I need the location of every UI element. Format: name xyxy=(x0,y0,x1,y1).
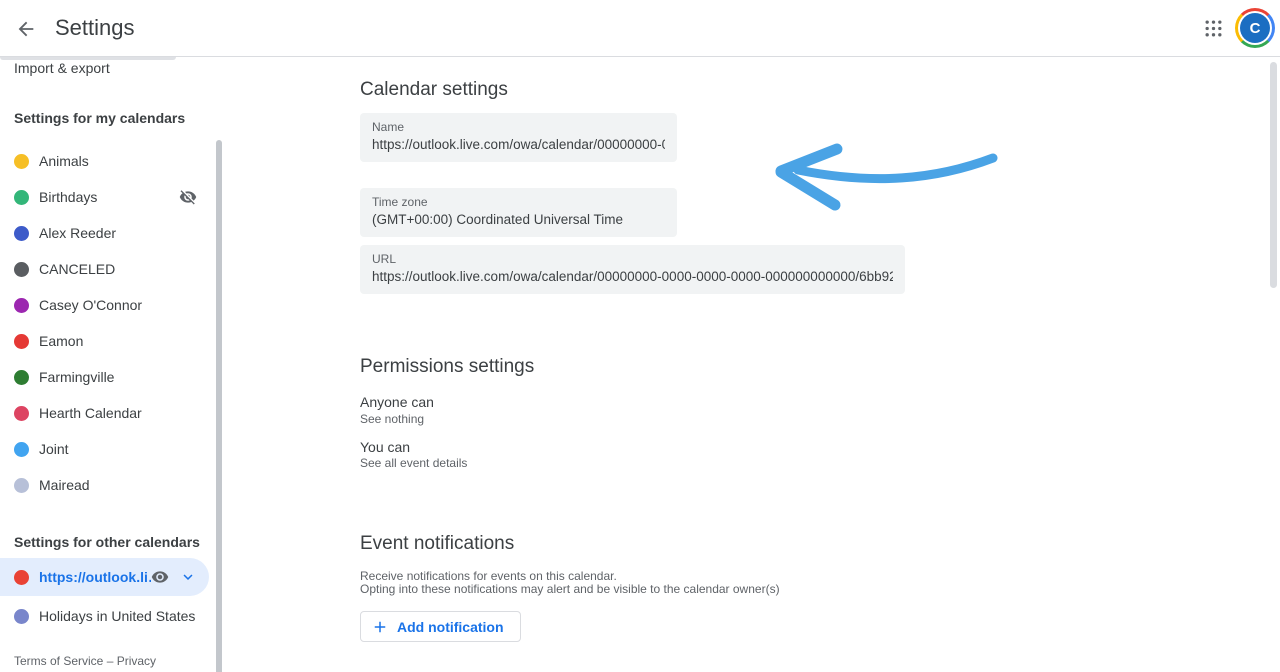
calendar-settings-heading: Calendar settings xyxy=(360,79,508,101)
calendar-color-dot xyxy=(14,334,29,349)
calendar-label: Animals xyxy=(39,153,209,169)
calendar-color-dot xyxy=(14,370,29,385)
sidebar-item-farmingville[interactable]: Farmingville xyxy=(0,359,209,395)
sidebar-item-outlook-calendar[interactable]: https://outlook.li… xyxy=(0,558,209,596)
calendar-color-dot xyxy=(14,442,29,457)
you-can-title: You can xyxy=(360,439,410,455)
visibility-icon[interactable] xyxy=(151,568,169,586)
permissions-heading: Permissions settings xyxy=(360,356,534,378)
avatar-gap: C xyxy=(1238,11,1272,45)
google-apps-button[interactable] xyxy=(1200,15,1227,42)
sidebar-item-joint[interactable]: Joint xyxy=(0,431,209,467)
name-field-value: https://outlook.live.com/owa/calendar/00… xyxy=(372,137,665,152)
url-field[interactable]: URL https://outlook.live.com/owa/calenda… xyxy=(360,245,905,294)
other-calendars-heading: Settings for other calendars xyxy=(14,534,200,550)
you-can-value: See all event details xyxy=(360,456,467,470)
calendar-label: CANCELED xyxy=(39,261,209,277)
calendar-label: Eamon xyxy=(39,333,209,349)
sidebar-item-canceled[interactable]: CANCELED xyxy=(0,251,209,287)
url-field-label: URL xyxy=(372,252,893,266)
calendar-color-dot xyxy=(14,406,29,421)
page-title: Settings xyxy=(55,15,135,41)
back-button[interactable] xyxy=(13,16,39,42)
add-notification-label: Add notification xyxy=(397,619,504,635)
visibility-off-icon[interactable] xyxy=(179,188,197,206)
name-field[interactable]: Name https://outlook.live.com/owa/calend… xyxy=(360,113,677,162)
plus-icon xyxy=(371,618,389,636)
calendar-color-dot xyxy=(14,262,29,277)
event-notifications-heading: Event notifications xyxy=(360,533,514,555)
sidebar-item-hearth-calendar[interactable]: Hearth Calendar xyxy=(0,395,209,431)
calendar-label: Mairead xyxy=(39,477,209,493)
calendar-label: Hearth Calendar xyxy=(39,405,209,421)
sidebar-scrollbar[interactable] xyxy=(216,140,222,672)
avatar-initial: C xyxy=(1240,13,1270,43)
sidebar-item-birthdays[interactable]: Birthdays xyxy=(0,179,209,215)
url-field-value: https://outlook.live.com/owa/calendar/00… xyxy=(372,269,893,284)
settings-page: Settings C Import & export Settings for … xyxy=(0,0,1280,672)
calendar-color-dot xyxy=(14,154,29,169)
calendar-color-dot xyxy=(14,298,29,313)
timezone-field-label: Time zone xyxy=(372,195,665,209)
timezone-field[interactable]: Time zone (GMT+00:00) Coordinated Univer… xyxy=(360,188,677,237)
page-scrollbar[interactable] xyxy=(1270,62,1277,288)
calendar-label: Casey O'Connor xyxy=(39,297,209,313)
calendar-color-dot xyxy=(14,226,29,241)
top-bar: Settings C xyxy=(0,0,1280,57)
calendar-color-dot xyxy=(14,190,29,205)
timezone-field-value: (GMT+00:00) Coordinated Universal Time xyxy=(372,212,665,227)
name-field-label: Name xyxy=(372,120,665,134)
arrow-left-icon xyxy=(15,18,37,40)
calendar-label: Holidays in United States xyxy=(39,608,209,624)
sidebar-item-holidays-us[interactable]: Holidays in United States xyxy=(0,598,209,634)
calendar-color-dot xyxy=(14,609,29,624)
account-avatar[interactable]: C xyxy=(1235,8,1275,48)
sidebar-item-animals[interactable]: Animals xyxy=(0,143,209,179)
apps-grid-icon xyxy=(1204,19,1223,38)
calendar-label: Birthdays xyxy=(39,189,179,205)
terms-privacy-links[interactable]: Terms of Service – Privacy xyxy=(14,654,156,668)
calendar-label: Joint xyxy=(39,441,209,457)
calendar-color-dot xyxy=(14,478,29,493)
calendar-color-dot xyxy=(14,570,29,585)
calendar-label: https://outlook.li… xyxy=(39,569,151,585)
sidebar-item-eamon[interactable]: Eamon xyxy=(0,323,209,359)
sidebar-item-mairead[interactable]: Mairead xyxy=(0,467,209,503)
my-calendars-heading: Settings for my calendars xyxy=(14,110,185,126)
add-notification-button[interactable]: Add notification xyxy=(360,611,521,642)
anyone-can-value: See nothing xyxy=(360,412,424,426)
calendar-label: Alex Reeder xyxy=(39,225,209,241)
sidebar-item-import-export[interactable]: Import & export xyxy=(14,60,110,76)
settings-sidebar: Import & export Settings for my calendar… xyxy=(0,57,230,672)
anyone-can-title: Anyone can xyxy=(360,394,434,410)
calendar-label: Farmingville xyxy=(39,369,209,385)
sidebar-item-alex-reeder[interactable]: Alex Reeder xyxy=(0,215,209,251)
notifications-description-line2: Opting into these notifications may aler… xyxy=(360,583,780,596)
sidebar-item-casey-oconnor[interactable]: Casey O'Connor xyxy=(0,287,209,323)
chevron-down-icon[interactable] xyxy=(179,568,197,586)
